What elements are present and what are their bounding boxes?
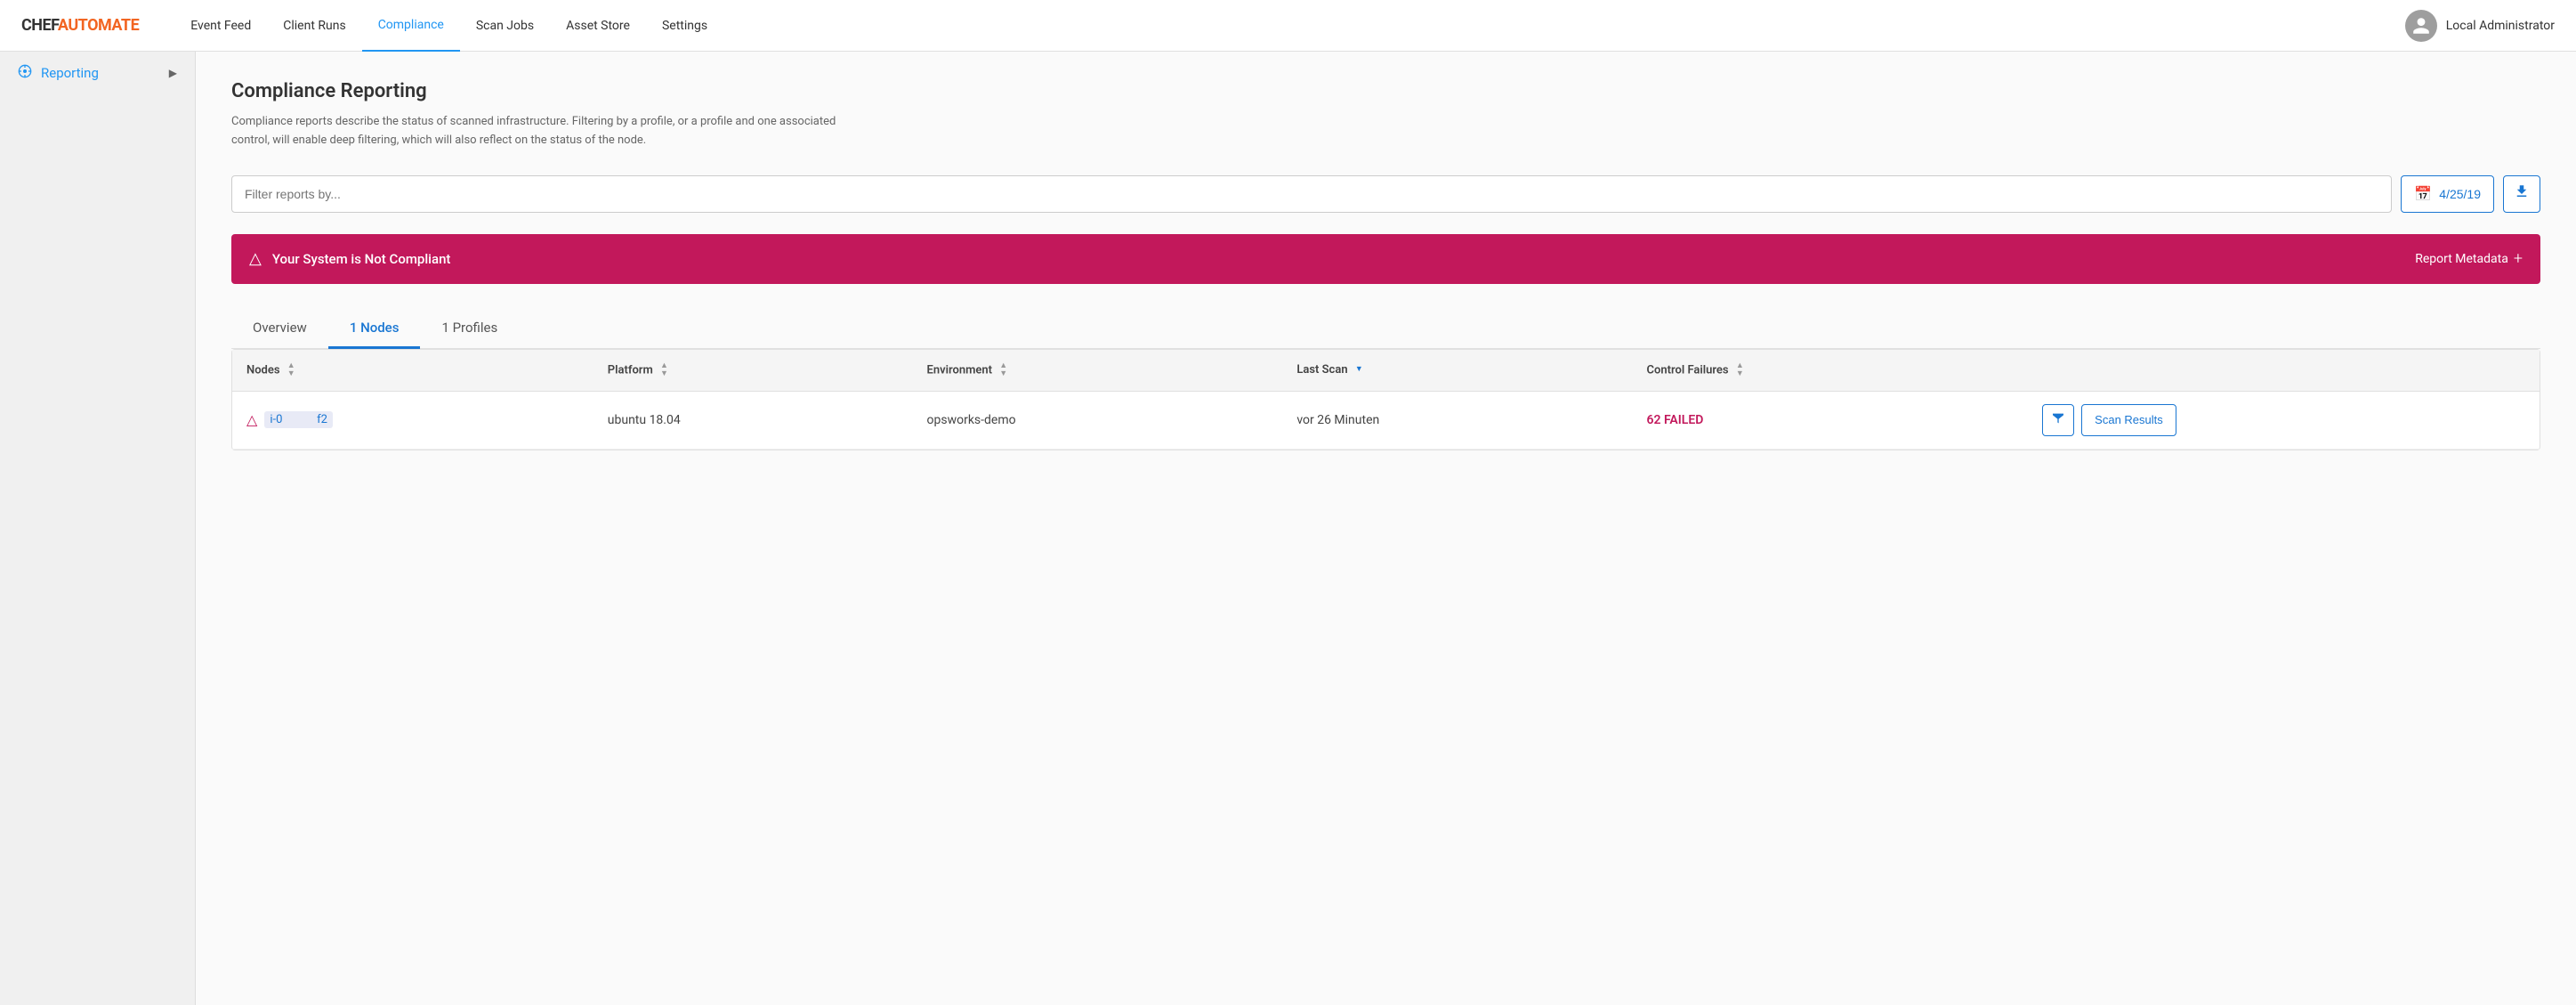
- last-scan-cell: vor 26 Minuten: [1282, 391, 1632, 449]
- chevron-right-icon: ▶: [169, 67, 177, 79]
- tab-profiles[interactable]: 1 Profiles: [420, 309, 519, 349]
- nav-compliance[interactable]: Compliance: [362, 0, 460, 52]
- actions-cell: Scan Results: [2028, 391, 2540, 449]
- nav-settings[interactable]: Settings: [646, 0, 723, 52]
- nav-client-runs[interactable]: Client Runs: [267, 0, 361, 52]
- col-platform[interactable]: Platform ▲▼: [594, 350, 913, 392]
- brand-logo[interactable]: CHEFAUTOMATE: [21, 16, 139, 35]
- top-nav: CHEFAUTOMATE Event Feed Client Runs Comp…: [0, 0, 2576, 52]
- col-control-failures[interactable]: Control Failures ▲▼: [1633, 350, 2029, 392]
- avatar: [2405, 10, 2437, 42]
- sidebar-item-reporting[interactable]: Reporting ▶: [0, 52, 195, 94]
- brand-automate: AUTOMATE: [58, 16, 139, 35]
- environment-sort-icon: ▲▼: [999, 362, 1007, 378]
- tabs: Overview 1 Nodes 1 Profiles: [231, 309, 2540, 349]
- nav-links: Event Feed Client Runs Compliance Scan J…: [174, 0, 2405, 52]
- download-icon: [2514, 183, 2530, 204]
- user-name: Local Administrator: [2446, 19, 2555, 33]
- compliance-banner: △ Your System is Not Compliant Report Me…: [231, 234, 2540, 284]
- reporting-icon: [18, 64, 32, 82]
- filter-icon: [2051, 411, 2065, 429]
- warning-icon: △: [249, 249, 262, 268]
- nodes-sort-icon: ▲▼: [287, 362, 295, 378]
- banner-text: Your System is Not Compliant: [272, 251, 451, 267]
- control-failures-sort-icon: ▲▼: [1736, 362, 1744, 378]
- node-warning-icon: △: [246, 411, 257, 428]
- last-scan-sort-icon: ▼: [1355, 366, 1363, 374]
- failed-badge: 62 FAILED: [1647, 413, 1704, 427]
- page-description: Compliance reports describe the status o…: [231, 113, 854, 150]
- node-name: i-0 f2: [264, 411, 333, 428]
- brand-chef: CHEF: [21, 16, 58, 35]
- report-metadata-button[interactable]: Report Metadata +: [2415, 249, 2523, 268]
- sidebar: Reporting ▶: [0, 52, 196, 1005]
- platform-cell: ubuntu 18.04: [594, 391, 913, 449]
- col-actions: [2028, 350, 2540, 392]
- sidebar-item-label: Reporting: [41, 65, 99, 81]
- col-last-scan[interactable]: Last Scan ▼: [1282, 350, 1632, 392]
- tab-nodes[interactable]: 1 Nodes: [328, 309, 421, 349]
- download-button[interactable]: [2503, 175, 2540, 213]
- tab-overview[interactable]: Overview: [231, 309, 328, 349]
- control-failures-cell: 62 FAILED: [1633, 391, 2029, 449]
- main-layout: Reporting ▶ Compliance Reporting Complia…: [0, 52, 2576, 1005]
- filter-input[interactable]: [245, 187, 2378, 201]
- plus-icon: +: [2514, 249, 2523, 268]
- date-value: 4/25/19: [2439, 187, 2481, 201]
- nav-asset-store[interactable]: Asset Store: [550, 0, 646, 52]
- row-actions: Scan Results: [2042, 404, 2525, 436]
- page-title: Compliance Reporting: [231, 80, 2540, 102]
- col-environment[interactable]: Environment ▲▼: [913, 350, 1283, 392]
- platform-sort-icon: ▲▼: [660, 362, 668, 378]
- table-row: △ i-0 f2 ubuntu 18.04 opsworks-demo vor …: [232, 391, 2540, 449]
- nodes-table-wrap: Nodes ▲▼ Platform ▲▼ Environment ▲▼ La: [231, 349, 2540, 450]
- main-content: Compliance Reporting Compliance reports …: [196, 52, 2576, 1005]
- node-cell: △ i-0 f2: [232, 391, 594, 449]
- report-metadata-label: Report Metadata: [2415, 252, 2508, 266]
- node-link[interactable]: △ i-0 f2: [246, 411, 579, 428]
- nav-user[interactable]: Local Administrator: [2405, 10, 2555, 42]
- scan-results-button[interactable]: Scan Results: [2081, 404, 2176, 436]
- nodes-table: Nodes ▲▼ Platform ▲▼ Environment ▲▼ La: [232, 350, 2540, 450]
- filter-node-button[interactable]: [2042, 404, 2074, 436]
- col-nodes[interactable]: Nodes ▲▼: [232, 350, 594, 392]
- filter-bar: 📅 4/25/19: [231, 175, 2540, 213]
- environment-cell: opsworks-demo: [913, 391, 1283, 449]
- nav-scan-jobs[interactable]: Scan Jobs: [460, 0, 550, 52]
- table-header-row: Nodes ▲▼ Platform ▲▼ Environment ▲▼ La: [232, 350, 2540, 392]
- date-filter-button[interactable]: 📅 4/25/19: [2401, 175, 2494, 213]
- calendar-icon: 📅: [2414, 185, 2432, 203]
- filter-input-wrap[interactable]: [231, 175, 2392, 213]
- nav-event-feed[interactable]: Event Feed: [174, 0, 267, 52]
- banner-left: △ Your System is Not Compliant: [249, 249, 2415, 268]
